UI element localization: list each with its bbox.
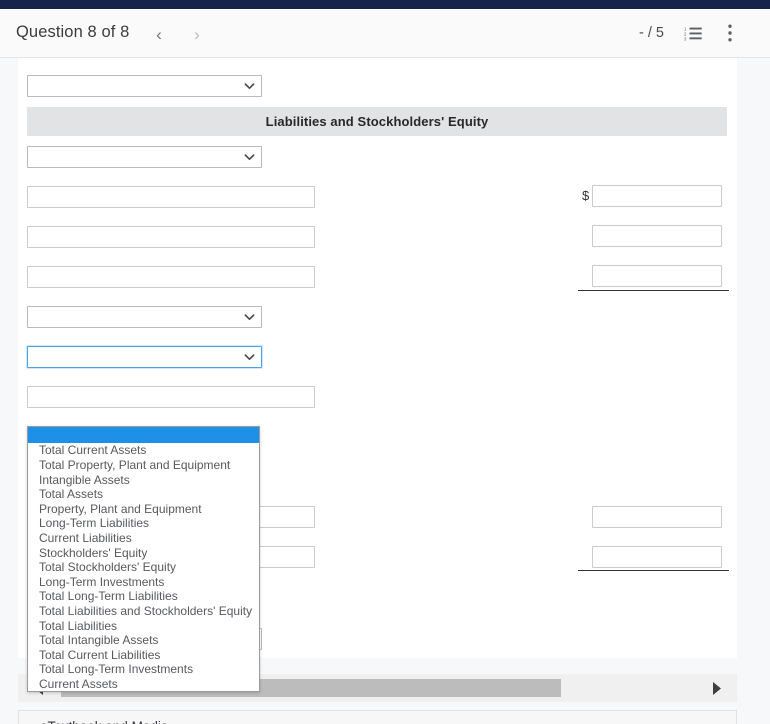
top-brand-bar [0,0,770,9]
svg-text:3: 3 [684,36,687,41]
subtotal-rule-1 [578,290,729,291]
triangle-right-icon [712,681,721,695]
dropdown-option-selected[interactable] [28,427,259,443]
line-item-amount-input-5[interactable] [592,546,722,568]
chevron-right-icon: › [194,24,200,44]
dropdown-option[interactable]: Total Assets [28,487,259,502]
account-classification-select-1[interactable] [27,75,262,97]
more-options-button[interactable] [720,22,740,44]
dropdown-option[interactable]: Total Long-Term Liabilities [28,589,259,604]
dropdown-option[interactable]: Intangible Assets [28,472,259,487]
scroll-right-button[interactable] [701,674,731,702]
etextbook-and-media-label: eTextbook and Media [40,719,168,724]
account-classification-dropdown-list[interactable]: Total Current Assets Total Property, Pla… [27,426,260,693]
dropdown-option[interactable]: Total Current Assets [28,443,259,458]
section-header-row: Liabilities and Stockholders' Equity [27,107,727,136]
subtotal-rule-2 [578,570,729,571]
account-classification-select-3[interactable] [27,306,262,328]
question-content-scroll-area[interactable]: Liabilities and Stockholders' Equity $ T… [0,58,770,724]
kebab-menu-icon [728,24,732,42]
line-item-amount-input-3[interactable] [592,265,722,287]
dropdown-option[interactable]: Current Assets [28,677,259,692]
section-header-label: Liabilities and Stockholders' Equity [265,114,489,129]
line-item-label-input-4[interactable] [27,386,315,408]
page-title: Question 8 of 8 [16,23,130,41]
chevron-left-icon: ‹ [156,24,162,44]
dropdown-option[interactable]: Long-Term Liabilities [28,516,259,531]
score-display: - / 5 [639,25,664,41]
dropdown-option[interactable]: Total Current Liabilities [28,647,259,662]
dropdown-option[interactable]: Total Liabilities [28,618,259,633]
dropdown-option[interactable]: Current Liabilities [28,531,259,546]
line-item-label-input-3[interactable] [27,266,315,288]
dropdown-option[interactable]: Total Intangible Assets [28,633,259,648]
account-classification-select-2[interactable] [27,146,262,168]
dropdown-option[interactable]: Long-Term Investments [28,574,259,589]
line-item-amount-input-4[interactable] [592,506,722,528]
line-item-amount-input-2[interactable] [592,225,722,247]
question-header-bar: Question 8 of 8 ‹ › - / 5 1 2 3 [0,9,770,58]
chevron-down-icon [243,151,256,164]
dropdown-option[interactable]: Total Liabilities and Stockholders' Equi… [28,604,259,619]
previous-question-button[interactable]: ‹ [146,21,172,47]
chevron-down-icon [243,351,256,364]
dropdown-option[interactable]: Stockholders' Equity [28,545,259,560]
dropdown-option[interactable]: Total Stockholders' Equity [28,560,259,575]
next-question-button[interactable]: › [184,21,210,47]
line-item-label-input-2[interactable] [27,226,315,248]
dropdown-option[interactable]: Total Long-Term Investments [28,662,259,677]
chevron-down-icon [243,80,256,93]
dropdown-option[interactable]: Property, Plant and Equipment [28,501,259,516]
numbered-list-icon: 1 2 3 [684,26,702,41]
line-item-amount-input-1[interactable] [592,185,722,207]
line-item-label-input-1[interactable] [27,186,315,208]
currency-symbol: $ [582,188,590,203]
chevron-down-icon [243,311,256,324]
dropdown-option[interactable]: Total Property, Plant and Equipment [28,458,259,473]
question-list-button[interactable]: 1 2 3 [682,22,704,44]
account-classification-select-4-focused[interactable] [27,346,262,368]
etextbook-and-media-panel[interactable]: eTextbook and Media [18,710,737,724]
